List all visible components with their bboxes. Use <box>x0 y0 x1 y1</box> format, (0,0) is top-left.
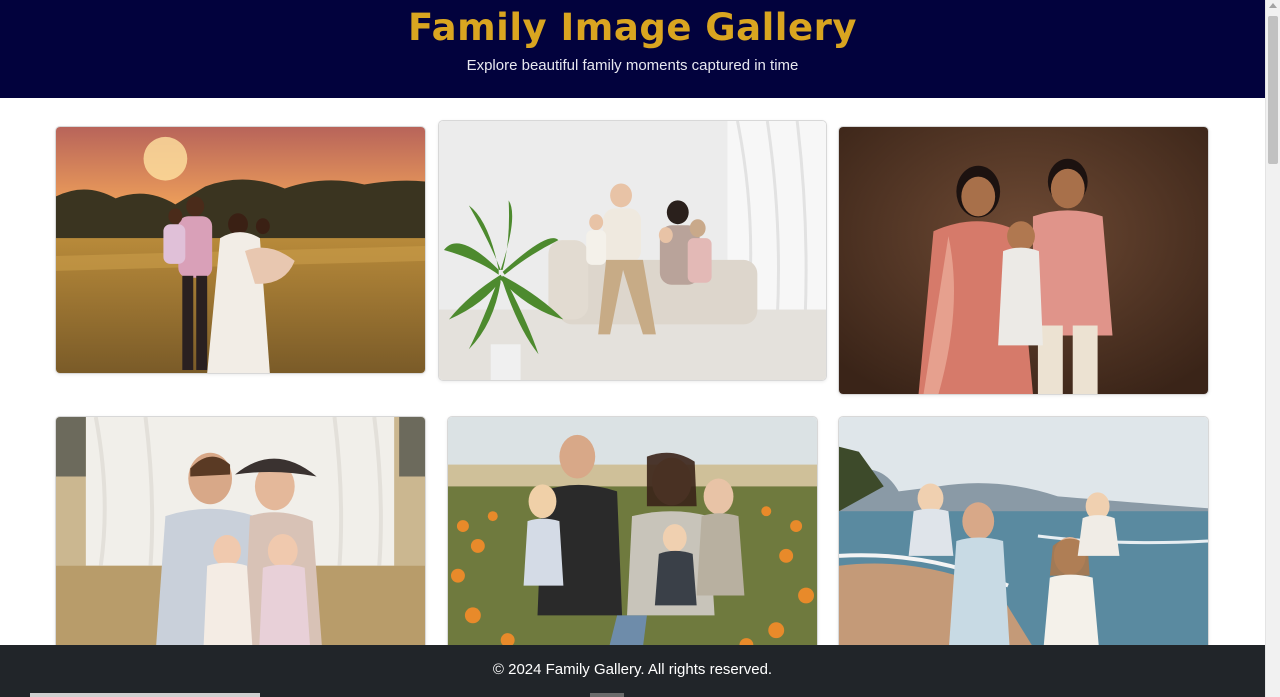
footer-copyright: © 2024 Family Gallery. All rights reserv… <box>492 661 773 678</box>
gallery-card[interactable] <box>438 120 827 381</box>
family-photo-outdoor-white-curtains[interactable] <box>56 417 425 655</box>
family-photo-traditional-attire[interactable] <box>839 127 1208 394</box>
page-subtitle: Explore beautiful family moments capture… <box>466 57 799 74</box>
page-title: Family Image Gallery <box>408 6 857 49</box>
gallery-card[interactable] <box>838 126 1209 395</box>
gallery-card[interactable] <box>838 416 1209 656</box>
scrollbar-thumb[interactable] <box>1268 16 1278 164</box>
gallery-card[interactable] <box>55 416 426 656</box>
vertical-scrollbar[interactable] <box>1265 0 1280 697</box>
site-footer: © 2024 Family Gallery. All rights reserv… <box>0 645 1265 697</box>
family-photo-sunset-field[interactable] <box>56 127 425 373</box>
gallery-card[interactable] <box>447 416 818 656</box>
horizontal-scroll-indicator-dark <box>590 693 624 697</box>
site-header: Family Image Gallery Explore beautiful f… <box>0 0 1265 98</box>
gallery-card[interactable] <box>55 126 426 374</box>
family-photo-white-studio-sofa[interactable] <box>439 121 826 380</box>
family-photo-flower-field[interactable] <box>448 417 817 655</box>
horizontal-scroll-indicator <box>30 693 260 697</box>
family-photo-beach[interactable] <box>839 417 1208 655</box>
scroll-up-arrow-icon[interactable] <box>1269 3 1277 8</box>
